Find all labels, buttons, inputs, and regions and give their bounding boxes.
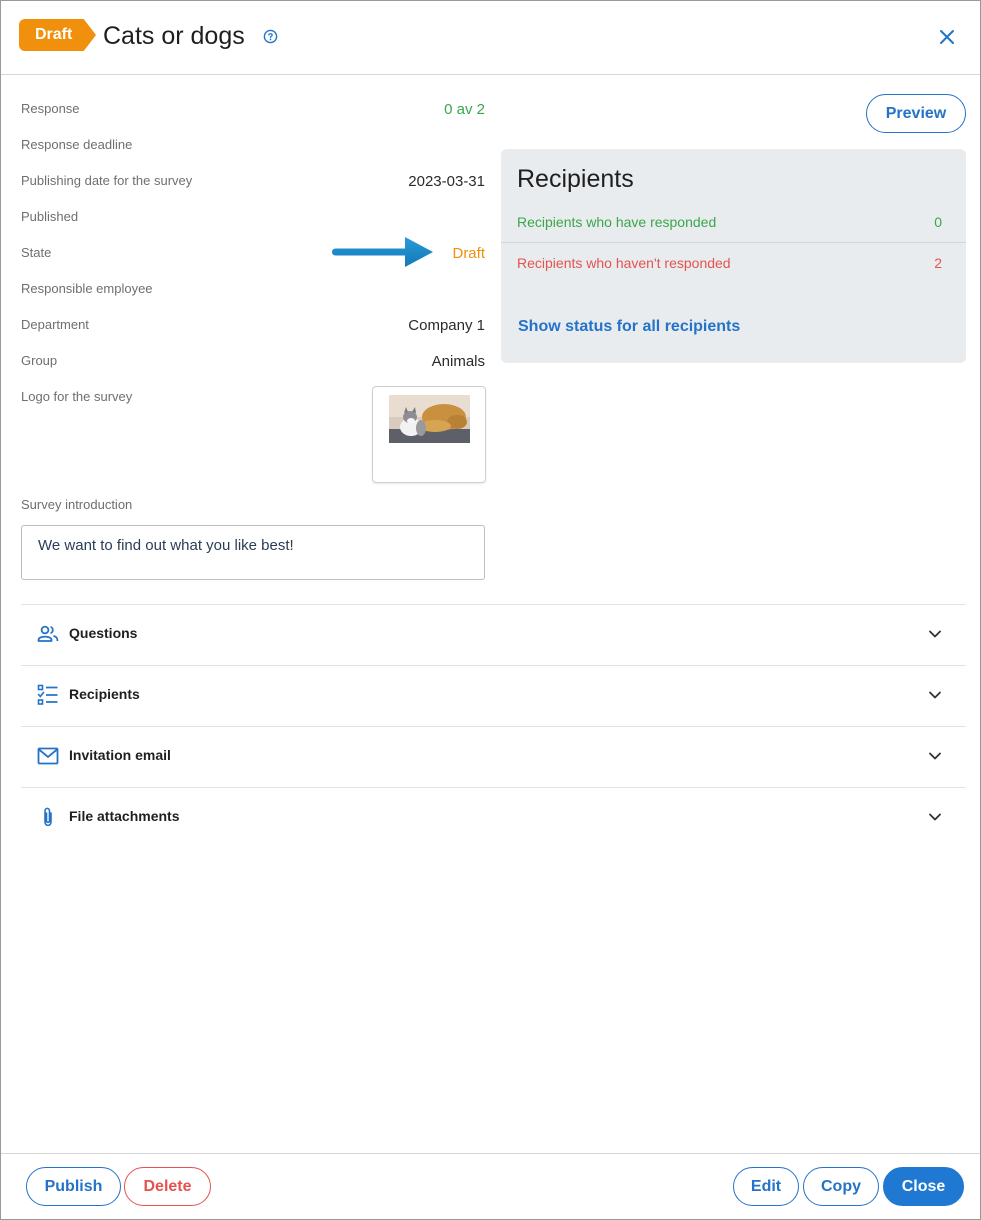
chevron-down-icon xyxy=(929,813,941,821)
checklist-icon xyxy=(37,684,58,705)
accordion-label: File attachments xyxy=(69,808,180,824)
detail-label: Logo for the survey xyxy=(21,389,133,404)
detail-value: 0 av 2 xyxy=(444,101,485,118)
detail-value: Company 1 xyxy=(408,317,485,334)
help-circle-icon[interactable] xyxy=(263,29,278,44)
responded-row: Recipients who have responded 0 xyxy=(517,214,942,230)
cat-and-dog-photo xyxy=(389,395,470,443)
responded-count: 0 xyxy=(934,214,942,230)
detail-response: Response 0 av 2 xyxy=(21,101,485,121)
survey-dialog: Draft Cats or dogs Response 0 av 2 Respo… xyxy=(0,0,981,1220)
detail-label: Responsible employee xyxy=(21,281,153,296)
detail-published: Published xyxy=(21,209,485,229)
envelope-icon xyxy=(37,747,59,765)
close-button[interactable]: Close xyxy=(883,1167,964,1206)
detail-label: Department xyxy=(21,317,89,332)
chevron-down-icon xyxy=(929,752,941,760)
detail-label: State xyxy=(21,245,52,260)
status-badge: Draft xyxy=(19,19,96,51)
publish-button[interactable]: Publish xyxy=(26,1167,121,1206)
detail-value: 2023-03-31 xyxy=(408,173,485,190)
detail-group: Group Animals xyxy=(21,353,485,373)
copy-button[interactable]: Copy xyxy=(803,1167,879,1206)
accordion-file-attachments[interactable]: File attachments xyxy=(21,787,966,847)
intro-label: Survey introduction xyxy=(21,497,133,512)
survey-introduction-field: We want to find out what you like best! xyxy=(21,525,485,580)
detail-label: Response deadline xyxy=(21,137,133,152)
page-title: Cats or dogs xyxy=(103,22,245,50)
arrow-annotation-icon xyxy=(332,237,433,267)
close-icon[interactable] xyxy=(937,27,957,47)
dialog-header: Draft Cats or dogs xyxy=(1,1,980,75)
intro-label-row: Survey introduction xyxy=(21,497,485,517)
show-status-link[interactable]: Show status for all recipients xyxy=(518,318,740,336)
recipients-summary-panel: Recipients Recipients who have responded… xyxy=(501,149,966,363)
not-responded-label: Recipients who haven't responded xyxy=(517,255,731,271)
accordion-invitation-email[interactable]: Invitation email xyxy=(21,726,966,786)
detail-value: Animals xyxy=(431,353,485,370)
recipients-panel-title: Recipients xyxy=(517,165,634,193)
detail-publishing-date: Publishing date for the survey 2023-03-3… xyxy=(21,173,485,193)
detail-responsible-employee: Responsible employee xyxy=(21,281,485,301)
accordion-label: Recipients xyxy=(69,686,140,702)
chevron-down-icon xyxy=(929,630,941,638)
divider xyxy=(501,242,966,243)
detail-label: Published xyxy=(21,209,79,224)
chevron-down-icon xyxy=(929,691,941,699)
accordion-questions[interactable]: Questions xyxy=(21,604,966,664)
people-icon xyxy=(37,625,59,642)
detail-response-deadline: Response deadline xyxy=(21,137,485,157)
accordion-recipients[interactable]: Recipients xyxy=(21,665,966,725)
accordion-label: Invitation email xyxy=(69,747,171,763)
detail-label: Response xyxy=(21,101,80,116)
responded-label: Recipients who have responded xyxy=(517,214,717,230)
not-responded-row: Recipients who haven't responded 2 xyxy=(517,255,942,271)
detail-label: Group xyxy=(21,353,58,368)
detail-label: Publishing date for the survey xyxy=(21,173,193,188)
paperclip-icon xyxy=(44,807,52,827)
survey-logo-thumbnail[interactable] xyxy=(372,386,486,483)
preview-button[interactable]: Preview xyxy=(866,94,966,133)
not-responded-count: 2 xyxy=(934,255,942,271)
edit-button[interactable]: Edit xyxy=(733,1167,799,1206)
state-value: Draft xyxy=(452,245,485,262)
detail-department: Department Company 1 xyxy=(21,317,485,337)
accordion-label: Questions xyxy=(69,625,138,641)
delete-button[interactable]: Delete xyxy=(124,1167,211,1206)
